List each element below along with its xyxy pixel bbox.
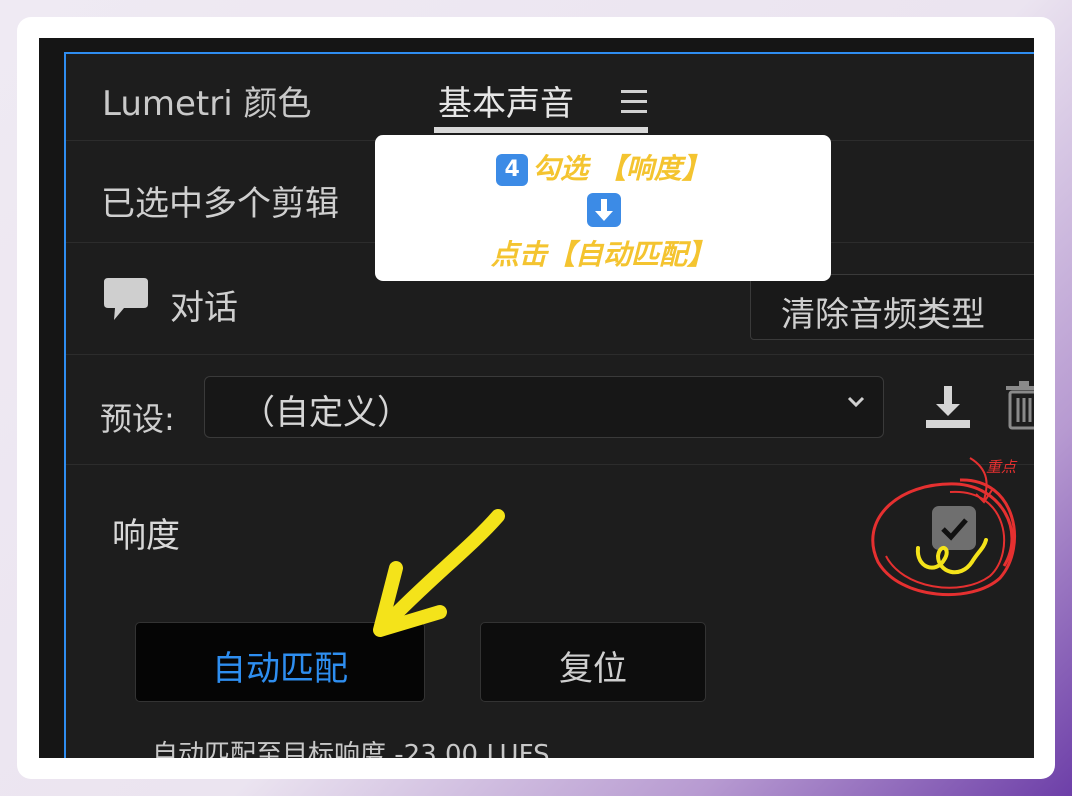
clear-audio-type-label: 清除音频类型: [781, 295, 985, 335]
tab-essential-sound[interactable]: 基本声音: [438, 76, 574, 125]
preset-value: （自定义）: [241, 393, 411, 433]
speech-bubble-icon: [104, 278, 148, 320]
chevron-down-icon: [847, 396, 865, 408]
dialogue-label: 对话: [170, 288, 238, 328]
callout-step-text: 4 勾选 【响度】: [375, 147, 831, 187]
instruction-callout: 4 勾选 【响度】 点击【自动匹配】: [375, 135, 831, 281]
active-tab-indicator: [434, 127, 648, 133]
reset-label: 复位: [559, 649, 627, 689]
emphasis-note: 重点: [986, 458, 1017, 476]
delete-preset-icon[interactable]: [1004, 380, 1034, 432]
clear-audio-type-button[interactable]: 清除音频类型: [750, 274, 1034, 340]
preset-dropdown[interactable]: （自定义）: [204, 376, 884, 438]
step-number-badge: 4: [496, 154, 529, 186]
loudness-label: 响度: [112, 516, 180, 556]
auto-match-label: 自动匹配: [212, 649, 348, 689]
auto-match-button[interactable]: 自动匹配: [135, 622, 425, 702]
reset-button[interactable]: 复位: [480, 622, 706, 702]
tab-lumetri-color[interactable]: Lumetri 颜色: [102, 76, 312, 125]
preset-label: 预设:: [100, 400, 175, 438]
down-arrow-icon: [587, 193, 621, 227]
selected-clips-label: 已选中多个剪辑: [101, 184, 339, 224]
panel-tabs: Lumetri 颜色 基本声音: [66, 54, 1034, 141]
callout-line1: 勾选 【响度】: [532, 152, 710, 185]
callout-line2: 点击【自动匹配】: [490, 238, 715, 271]
checkmark-icon: [941, 518, 968, 541]
loudness-checkbox[interactable]: [932, 506, 976, 550]
panel-menu-icon[interactable]: [621, 90, 647, 120]
loudness-status-text: 自动匹配至目标响度 -23.00 LUFS: [152, 740, 550, 758]
save-preset-icon[interactable]: [922, 382, 974, 432]
preset-row: 预设: （自定义）: [66, 356, 1034, 465]
